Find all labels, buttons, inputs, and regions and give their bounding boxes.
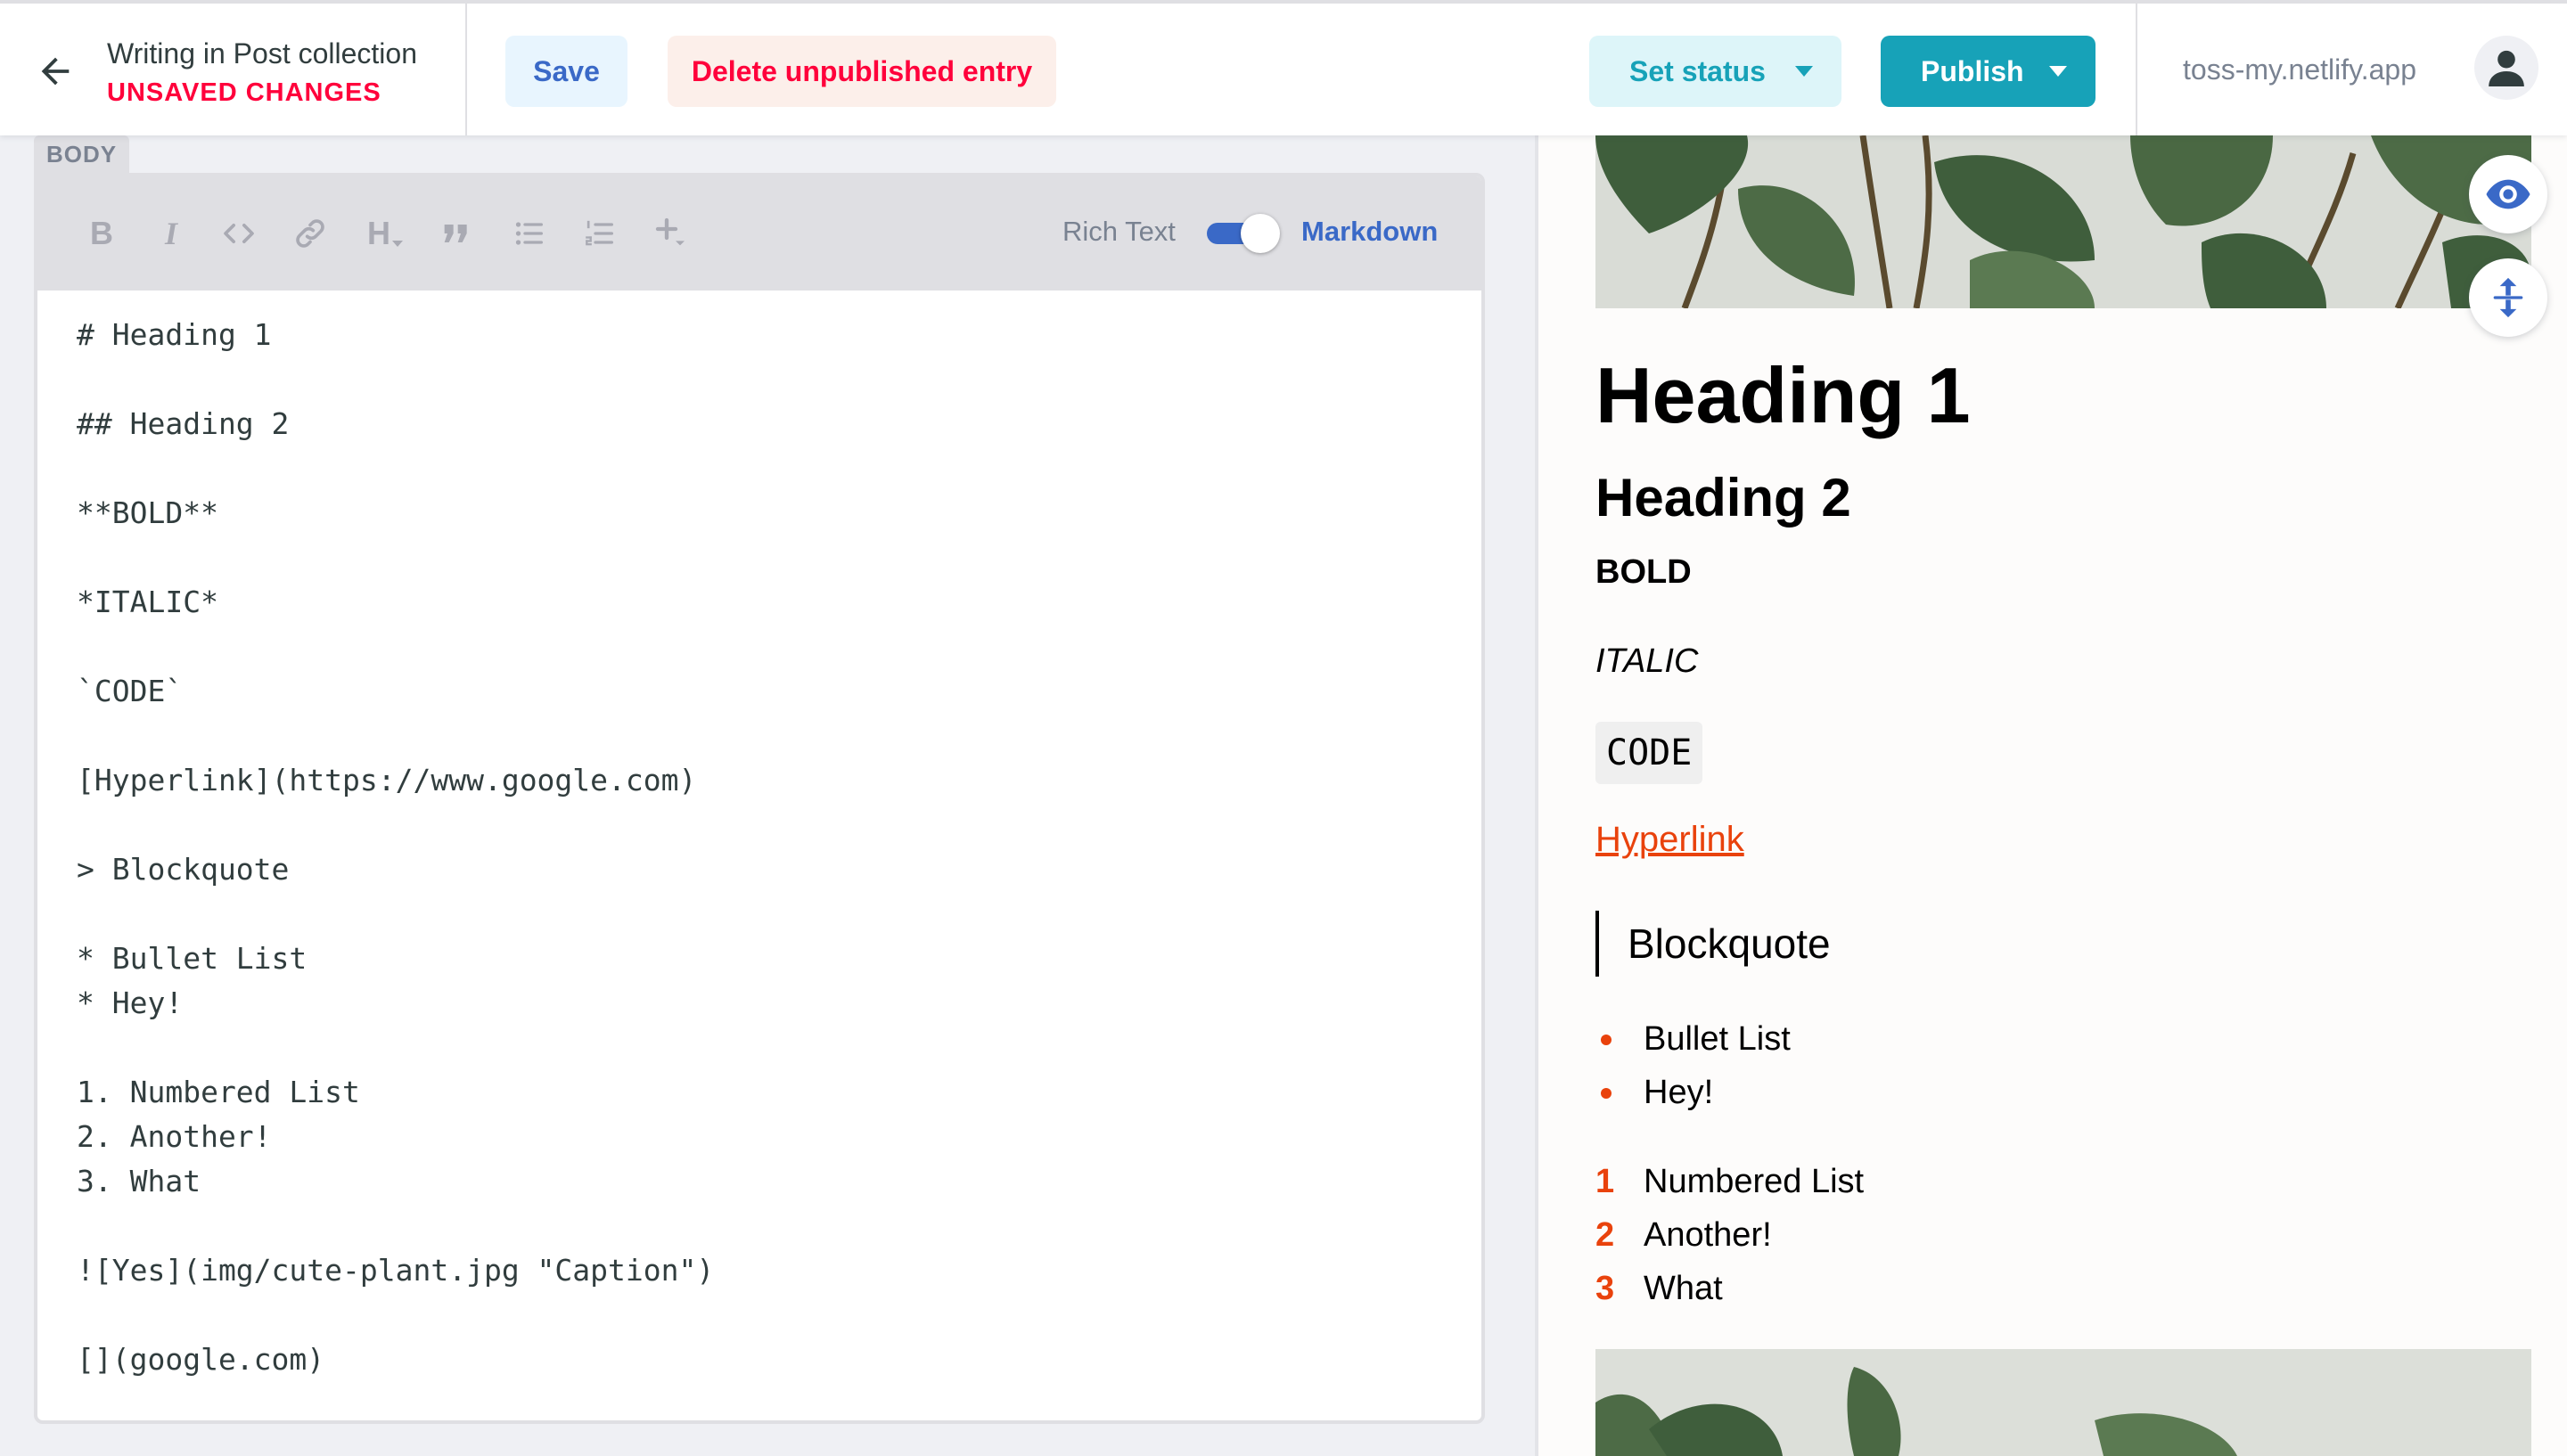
toggle-knob [1241, 214, 1280, 253]
preview-inline-code: CODE [1595, 722, 1703, 784]
scroll-sync-icon [2493, 277, 2523, 318]
preview-heading-2: Heading 2 [1595, 468, 1851, 528]
publish-label: Publish [1921, 54, 2024, 87]
add-component-dropdown[interactable] [649, 212, 693, 255]
markdown-editor: B I H Rich Text Markdown # Heading 1 ## … [34, 173, 1485, 1424]
scroll-sync-button[interactable] [2469, 258, 2547, 337]
user-avatar-button[interactable] [2474, 36, 2538, 100]
preview-heading-1: Heading 1 [1595, 351, 1971, 439]
bullet-item-text: Hey! [1644, 1074, 1714, 1111]
preview-bullet-item: Hey! [1595, 1072, 1713, 1113]
markdown-line: * Hey! [77, 986, 184, 1020]
markdown-line: [Hyperlink](https://www.google.com) [77, 763, 697, 798]
markdown-line: # Heading 1 [77, 317, 272, 352]
preview-italic-text: ITALIC [1595, 642, 1699, 680]
toggle-preview-button[interactable] [2469, 155, 2547, 233]
preview-bold-text: BOLD [1595, 553, 1692, 591]
plant-photo [1595, 1349, 2531, 1456]
plus-icon [655, 217, 685, 246]
rich-text-label: Rich Text [1062, 216, 1176, 247]
preview-blockquote: Blockquote [1595, 911, 1831, 977]
markdown-line: *ITALIC* [77, 585, 218, 619]
markdown-line: [](google.com) [77, 1342, 325, 1377]
delete-unpublished-entry-button[interactable]: Delete unpublished entry [668, 36, 1056, 107]
save-button[interactable]: Save [505, 36, 627, 107]
plant-image [1595, 1349, 2531, 1456]
numbered-list-button[interactable] [578, 212, 622, 255]
bullet-icon [1601, 1035, 1612, 1045]
divider [2136, 4, 2137, 135]
collection-breadcrumb[interactable]: Writing in Post collection [107, 36, 417, 71]
markdown-line: ## Heading 2 [77, 406, 290, 441]
code-button[interactable] [217, 212, 260, 255]
link-icon [296, 219, 324, 248]
chevron-down-icon [392, 240, 403, 247]
preview-numbered-item: 3 What [1595, 1268, 1723, 1309]
list-number: 2 [1595, 1216, 1615, 1254]
back-button[interactable] [27, 43, 84, 100]
markdown-line: `CODE` [77, 674, 184, 708]
markdown-line: > Blockquote [77, 852, 290, 887]
site-url-link[interactable]: toss-my.netlify.app [2183, 53, 2416, 86]
markdown-line: **BOLD** [77, 495, 218, 530]
preview-pane [1538, 135, 2567, 1456]
italic-icon: I [164, 216, 177, 251]
markdown-line: 2. Another! [77, 1119, 272, 1154]
plant-photo [1595, 135, 2531, 308]
bulleted-list-button[interactable] [508, 212, 551, 255]
bullet-icon [1601, 1088, 1612, 1099]
plant-image [1595, 135, 2531, 308]
eye-icon [2486, 179, 2530, 209]
publish-dropdown[interactable]: Publish [1881, 36, 2095, 107]
preview-hyperlink[interactable]: Hyperlink [1595, 820, 1744, 860]
code-icon [224, 224, 254, 243]
markdown-line: 1. Numbered List [77, 1075, 360, 1109]
markdown-label: Markdown [1301, 216, 1439, 247]
bold-button[interactable]: B [84, 212, 119, 255]
markdown-line: ![Yes](img/cute-plant.jpg "Caption") [77, 1253, 715, 1288]
entry-title-block: Writing in Post collection UNSAVED CHANG… [107, 36, 417, 110]
bold-icon: B [90, 215, 113, 251]
markdown-mode-toggle[interactable] [1207, 214, 1284, 253]
markdown-line: * Bullet List [77, 941, 308, 976]
heading-dropdown[interactable]: H [360, 212, 410, 255]
bullet-item-text: Bullet List [1644, 1020, 1791, 1058]
chevron-down-icon [2049, 66, 2067, 77]
list-number: 3 [1595, 1270, 1615, 1307]
heading-icon: H [367, 215, 390, 251]
quote-button[interactable] [437, 212, 476, 255]
preview-numbered-item: 2 Another! [1595, 1215, 1772, 1256]
numbered-item-text: What [1644, 1270, 1723, 1307]
chevron-down-icon [1795, 66, 1813, 77]
list-number: 1 [1595, 1163, 1615, 1200]
unsaved-changes-status: UNSAVED CHANGES [107, 78, 381, 107]
arrow-left-icon [41, 57, 70, 86]
field-label-body: BODY [34, 135, 130, 173]
numbered-item-text: Another! [1644, 1216, 1772, 1254]
markdown-line: 3. What [77, 1164, 201, 1198]
preview-bullet-item: Bullet List [1595, 1018, 1791, 1059]
numbered-list-icon [586, 220, 613, 246]
set-status-dropdown[interactable]: Set status [1589, 36, 1841, 107]
user-avatar-icon [2489, 50, 2524, 86]
quote-icon [444, 225, 467, 242]
divider [465, 4, 467, 135]
editor-toolbar: B I H Rich Text Markdown [37, 176, 1481, 290]
bulleted-list-icon [515, 222, 543, 245]
set-status-label: Set status [1629, 54, 1766, 87]
link-button[interactable] [291, 212, 330, 255]
numbered-item-text: Numbered List [1644, 1163, 1865, 1200]
preview-numbered-item: 1 Numbered List [1595, 1161, 1864, 1202]
editor-topbar: Writing in Post collection UNSAVED CHANG… [0, 0, 2567, 135]
italic-button[interactable]: I [153, 212, 189, 255]
